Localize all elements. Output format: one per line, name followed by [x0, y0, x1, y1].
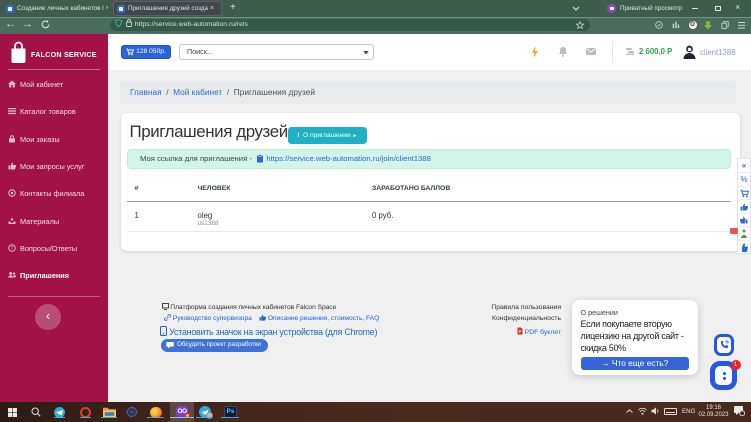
- svg-text:P: P: [518, 329, 521, 334]
- svg-text:?: ?: [11, 246, 14, 252]
